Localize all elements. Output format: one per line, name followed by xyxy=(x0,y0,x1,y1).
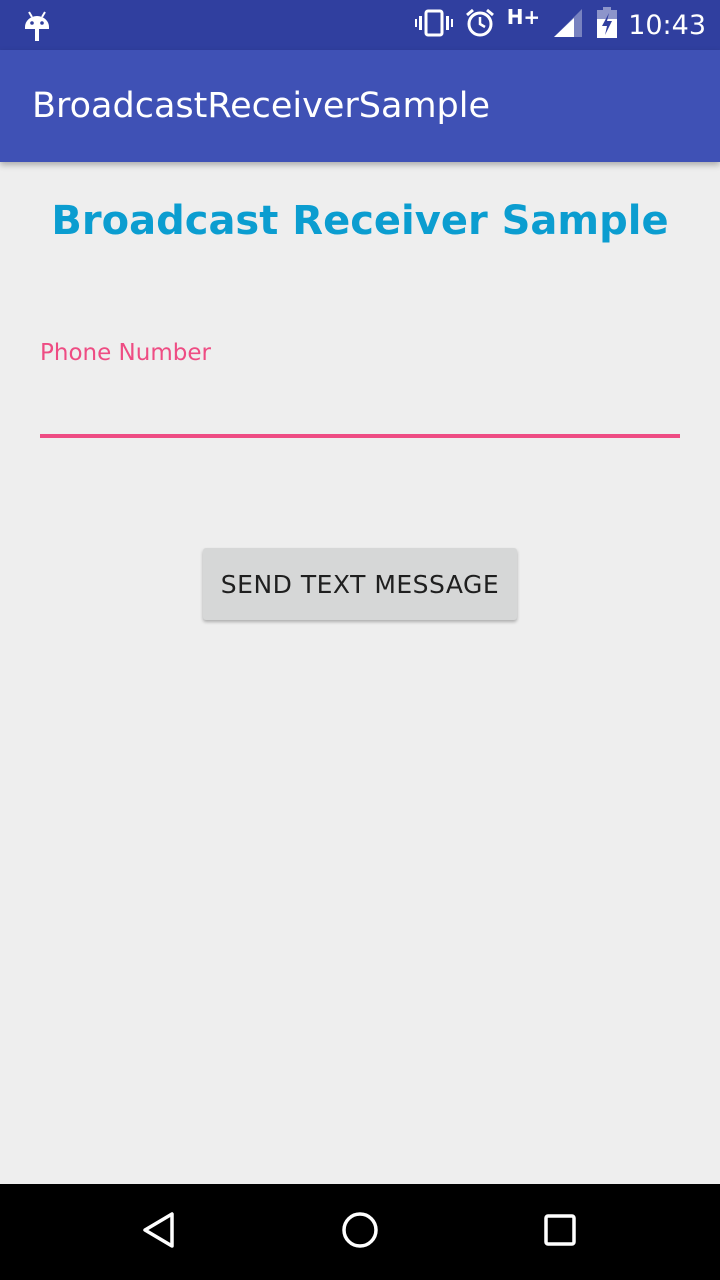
status-time: 10:43 xyxy=(628,9,706,41)
navigation-bar xyxy=(0,1184,720,1280)
signal-icon xyxy=(552,8,584,42)
send-text-message-button[interactable]: SEND TEXT MESSAGE xyxy=(203,548,517,620)
app-bar: BroadcastReceiverSample xyxy=(0,50,720,162)
android-debug-icon xyxy=(22,9,52,43)
phone-number-field[interactable] xyxy=(40,376,680,438)
network-type: H+ xyxy=(506,5,541,29)
home-button[interactable] xyxy=(300,1184,420,1280)
status-bar: H+ 10:43 xyxy=(0,0,720,50)
back-button[interactable] xyxy=(100,1184,220,1280)
home-icon xyxy=(340,1210,380,1254)
vibrate-icon xyxy=(414,8,453,42)
page-heading: Broadcast Receiver Sample xyxy=(51,198,669,244)
phone-number-label: Phone Number xyxy=(40,340,211,366)
recents-icon xyxy=(540,1210,580,1254)
alarm-icon xyxy=(465,8,495,42)
battery-charging-icon xyxy=(596,7,618,43)
status-icons: H+ 10:43 xyxy=(403,0,706,50)
back-icon xyxy=(140,1210,180,1254)
app-title: BroadcastReceiverSample xyxy=(32,86,491,126)
recents-button[interactable] xyxy=(500,1184,620,1280)
